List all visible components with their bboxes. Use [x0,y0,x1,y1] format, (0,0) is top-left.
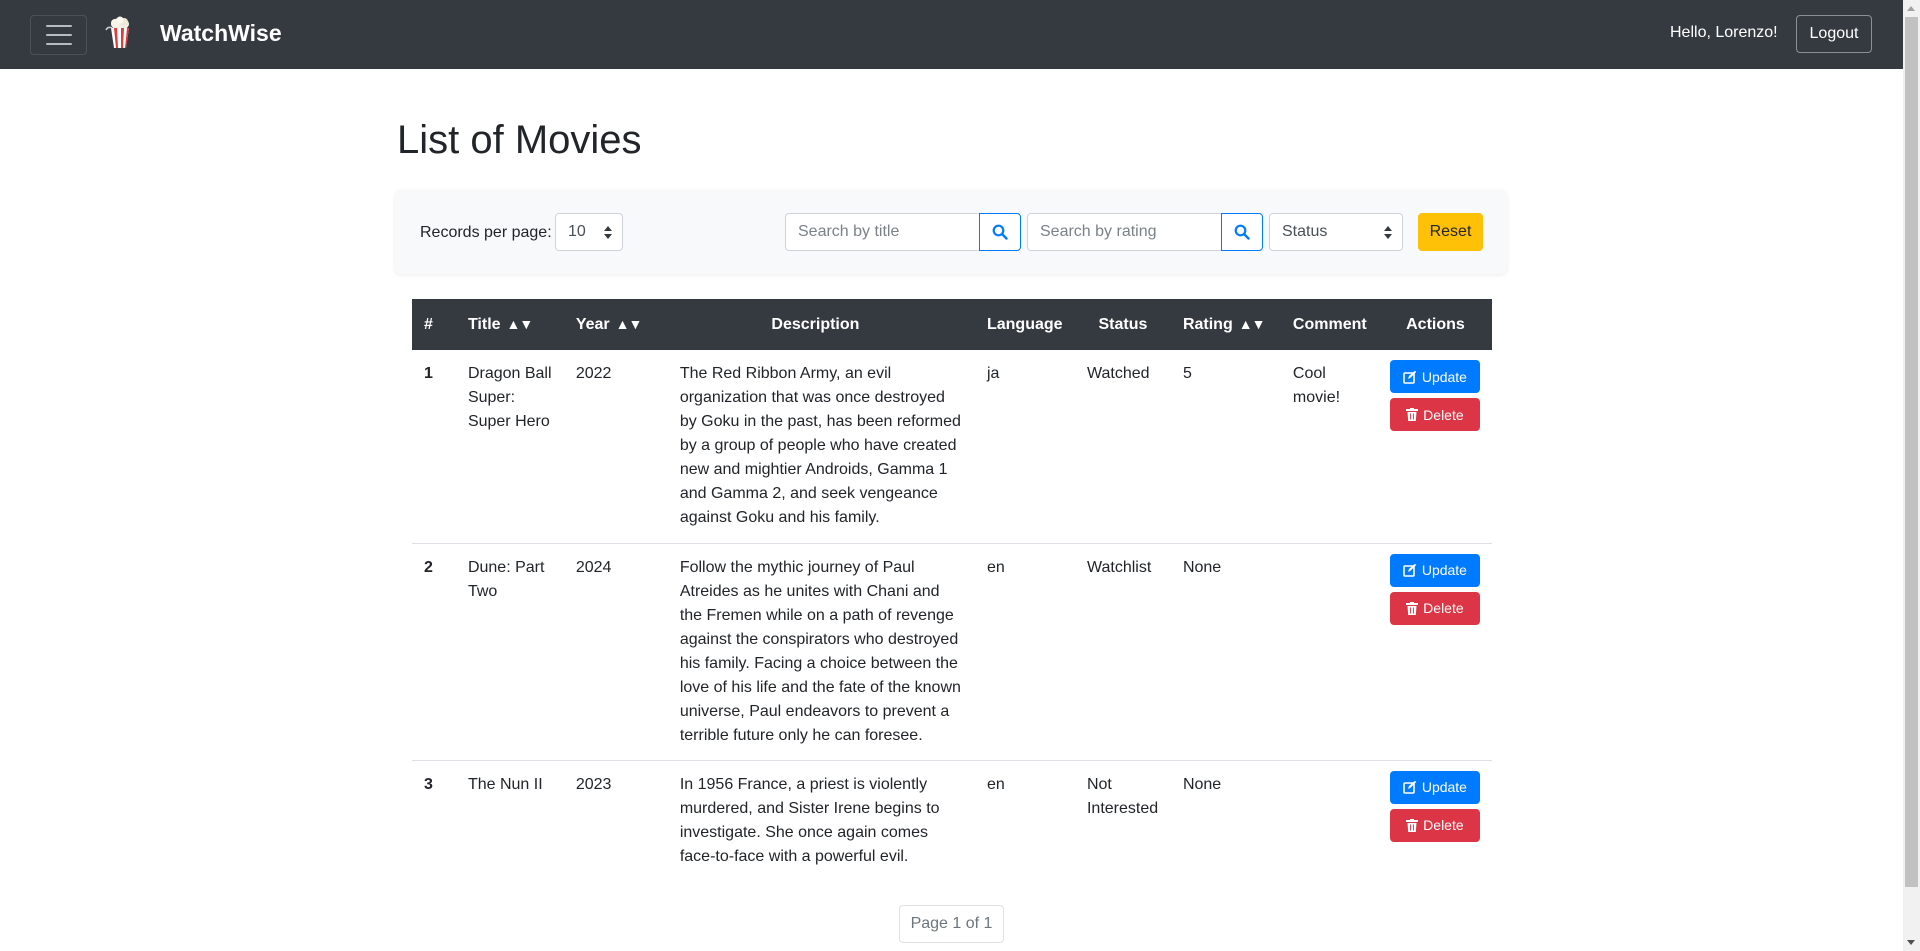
search-icon [1234,224,1250,240]
row-actions: Update Delete [1378,542,1492,760]
header-actions: Actions [1378,299,1492,350]
movie-rating: 5 [1182,365,1192,382]
table-row: 3 The Nun II 2023 In 1956 France, a prie… [412,759,1492,881]
header-comment: Comment [1280,299,1379,350]
header-status: Status [1074,299,1171,350]
movie-language: en [974,759,1075,881]
records-per-page-label: Records per page: [420,224,552,241]
header-description: Description [655,299,975,350]
row-number: 3 [412,759,456,881]
delete-label: Delete [1423,600,1464,616]
update-button[interactable]: Update [1389,770,1480,804]
brand-name[interactable]: WatchWise [160,20,282,47]
title-search-button[interactable] [979,213,1021,251]
edit-icon [1403,563,1417,577]
update-button[interactable]: Update [1389,553,1480,587]
header-language: Language [974,299,1075,350]
movie-rating: None [1170,759,1281,881]
delete-button[interactable]: Delete [1389,398,1480,431]
vertical-scrollbar[interactable] [1903,0,1920,951]
title-search-group [785,213,1021,251]
sort-arrows-icon[interactable]: ▲▼ [1239,316,1266,332]
table-header-row: # Title ▲▼ Year ▲▼ Description Language St… [412,299,1492,350]
row-number: 1 [424,365,433,382]
movie-title: Dragon Ball Super: Super Hero [467,365,552,430]
scroll-thumb[interactable] [1905,17,1918,887]
movie-status: Watchlist [1074,542,1171,760]
scroll-up-arrow-icon[interactable] [1907,6,1915,11]
movie-rating: None [1170,542,1281,760]
movie-language: en [974,542,1075,760]
delete-button[interactable]: Delete [1389,591,1480,625]
select-caret-icon [1384,226,1392,239]
header-rating-label: Rating [1182,315,1233,333]
top-navbar: WatchWise Hello, Lorenzo! Logout [0,0,1903,69]
pagination-indicator: Page 1 of 1 [899,905,1004,943]
user-greeting: Hello, Lorenzo! [1670,24,1778,41]
header-title[interactable]: Title ▲▼ [455,299,564,350]
header-rating[interactable]: Rating ▲▼ [1170,299,1281,350]
movie-title: Dune: Part Two [455,542,564,760]
hamburger-line [45,43,72,45]
select-caret-icon [604,226,612,239]
update-button[interactable]: Update [1389,360,1480,393]
movie-year: 2024 [563,542,656,760]
sort-arrows-icon[interactable]: ▲▼ [616,316,643,332]
rating-search-button[interactable] [1221,213,1263,251]
scroll-down-arrow-icon[interactable] [1907,940,1915,945]
movie-comment: Cool movie! [1292,365,1341,406]
movie-status: Watched [1086,365,1150,382]
title-search-input[interactable] [785,213,979,251]
trash-icon [1406,408,1419,421]
hamburger-line [45,34,72,36]
movie-status: Not Interested [1074,759,1171,881]
filter-bar: Records per page: 10 Status Reset [395,190,1507,274]
delete-label: Delete [1423,406,1464,423]
table-row: 2 Dune: Part Two 2024 Follow the mythic … [412,542,1492,760]
delete-button[interactable]: Delete [1389,808,1480,842]
records-per-page-value: 10 [568,223,586,240]
movie-comment [1280,542,1379,760]
movie-language: ja [986,365,1000,382]
trash-icon [1406,601,1419,615]
movie-description: Follow the mythic journey of Paul Atreid… [655,542,975,760]
update-label: Update [1421,562,1467,578]
rating-search-group [1027,213,1263,251]
table-row: 1 Dragon Ball Super: Super Hero 2022 The… [412,350,1492,543]
update-label: Update [1421,779,1467,795]
movie-description: In 1956 France, a priest is violently mu… [655,759,975,881]
row-actions: Update Delete [1379,350,1492,543]
sort-arrows-icon[interactable]: ▲▼ [507,316,534,332]
movie-year: 2022 [575,365,612,382]
header-title-label: Title [467,315,501,333]
search-icon [992,224,1008,240]
status-filter-value: Status [1282,223,1328,240]
menu-toggle-button[interactable] [30,15,87,55]
movie-comment [1280,759,1379,881]
update-label: Update [1421,368,1467,385]
delete-label: Delete [1423,817,1464,833]
row-number: 2 [412,542,456,760]
header-num: # [412,299,456,350]
popcorn-logo-icon [105,16,129,48]
header-year-label: Year [575,315,610,333]
rating-search-input[interactable] [1027,213,1221,251]
reset-button[interactable]: Reset [1418,213,1483,251]
edit-icon [1403,780,1417,794]
row-actions: Update Delete [1378,759,1492,881]
hamburger-line [45,25,72,27]
status-filter-select[interactable]: Status [1269,213,1403,251]
trash-icon [1406,818,1419,832]
records-per-page-select[interactable]: 10 [555,213,623,251]
movie-title: The Nun II [455,759,564,881]
logout-button[interactable]: Logout [1796,15,1872,53]
movies-table: # Title ▲▼ Year ▲▼ Description Language St… [412,299,1492,881]
header-year[interactable]: Year ▲▼ [563,299,656,350]
movie-year: 2023 [563,759,656,881]
edit-icon [1403,370,1417,384]
movie-description: The Red Ribbon Army, an evil organizatio… [679,365,961,526]
page-title: List of Movies [397,118,642,162]
